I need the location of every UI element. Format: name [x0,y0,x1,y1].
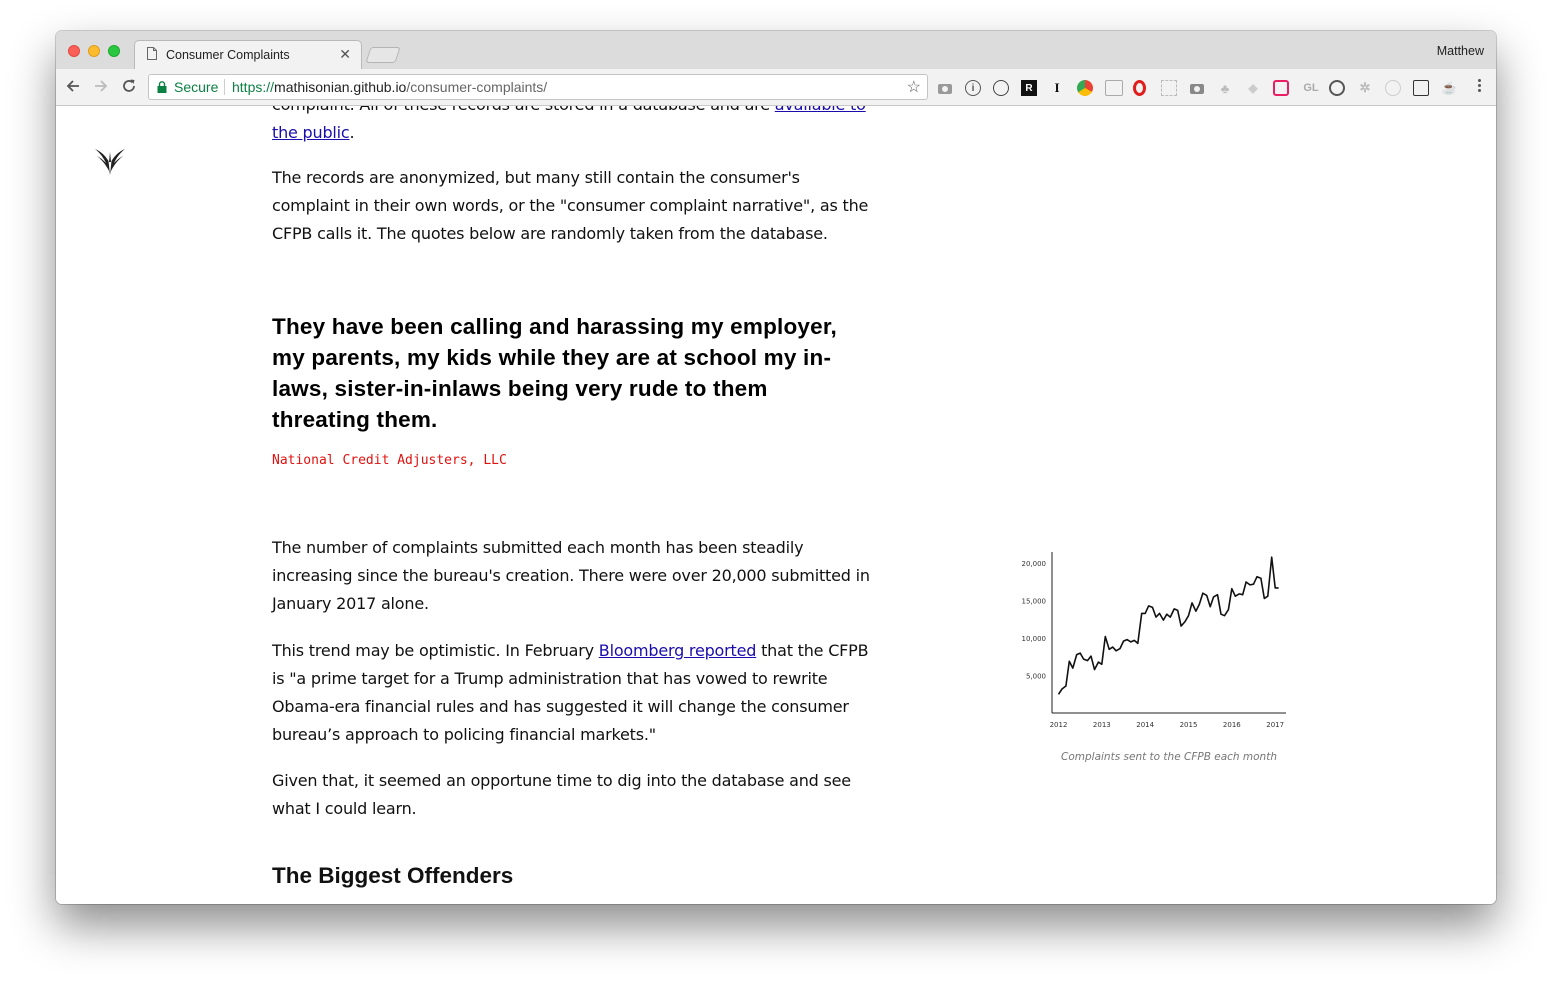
y-tick-label: 20,000 [1022,560,1047,568]
x-tick-label: 2013 [1093,721,1111,729]
close-window-button[interactable] [68,45,80,57]
news-extension-icon[interactable] [1413,80,1429,96]
pink-extension-icon[interactable] [1273,80,1289,96]
address-bar[interactable]: Secure https://mathisonian.github.io/con… [148,74,928,100]
pattern-extension-icon[interactable] [1161,80,1177,96]
reload-icon[interactable] [120,77,138,95]
bookmark-star-icon[interactable]: ☆ [907,77,921,97]
browser-window: Consumer Complaints ✕ Matthew Secure htt… [56,31,1496,904]
lock-icon [157,81,167,93]
x-tick-label: 2015 [1180,721,1198,729]
minimize-window-button[interactable] [88,45,100,57]
cup-extension-icon[interactable]: ☕ [1441,80,1457,96]
paragraph-bloomberg: This trend may be optimistic. In Februar… [272,637,882,749]
quote-company: National Credit Adjusters, LLC [272,453,507,468]
document-icon [147,47,157,60]
secure-label: Secure [174,79,219,95]
settings-extension-icon[interactable]: ✲ [1357,80,1373,96]
back-arrow-icon[interactable] [64,77,82,95]
gl-extension-icon[interactable]: GL [1301,80,1321,96]
forward-arrow-icon[interactable] [92,77,110,95]
paragraph-anonymized: The records are anonymized, but many sti… [272,168,869,243]
grid-extension-icon[interactable] [1105,80,1123,96]
browser-menu-icon[interactable] [1478,79,1482,94]
paragraph-public-records: complaint. All of these records are stor… [272,106,882,147]
profile-button[interactable]: Matthew [1437,44,1484,58]
paragraph-text: complaint. All of these records are stor… [272,106,775,114]
circle-extension-icon[interactable] [1385,80,1401,96]
r-extension-icon[interactable]: R [1021,80,1037,96]
paragraph-text: This trend may be optimistic. In Februar… [272,641,599,660]
tab-consumer-complaints[interactable]: Consumer Complaints ✕ [134,40,362,70]
x-tick-label: 2016 [1223,721,1241,729]
tab-strip: Consumer Complaints ✕ Matthew [56,31,1496,70]
bloomberg-reported-link[interactable]: Bloomberg reported [599,641,757,660]
x-tick-label: 2012 [1050,721,1068,729]
screenshot-extension-icon[interactable] [1189,80,1205,96]
new-tab-button[interactable] [365,47,401,63]
web-page: complaint. All of these records are stor… [56,106,1496,904]
chart-caption: Complaints sent to the CFPB each month [1061,751,1277,763]
complaints-line-chart: 5,000 10,000 15,000 20,000 2012 2013 2014 2015 2… [1022,552,1286,729]
maximize-window-button[interactable] [108,45,120,57]
paragraph-trend: The number of complaints submitted each … [272,538,870,613]
url-text: https://mathisonian.github.io/consumer-c… [232,79,547,95]
browser-toolbar: Secure https://mathisonian.github.io/con… [56,69,1496,106]
url-scheme: https:// [232,79,275,95]
url-path: /consumer-complaints/ [406,79,548,95]
x-tick-label: 2014 [1136,721,1154,729]
opera-icon[interactable] [1133,80,1146,96]
y-tick-label: 5,000 [1026,673,1046,681]
y-tick-label: 15,000 [1022,598,1047,606]
instapaper-icon[interactable]: I [1049,80,1065,96]
club-extension-icon[interactable]: ♣ [1217,80,1233,96]
block-extension-icon[interactable] [1329,80,1345,96]
camera-extension-icon[interactable] [937,80,953,96]
puzzle-extension-icon[interactable]: ◆ [1245,80,1261,96]
close-tab-icon[interactable]: ✕ [339,46,351,63]
complaint-quote: They have been calling and harassing my … [272,314,838,432]
url-host: mathisonian.github.io [274,79,407,95]
tab-title: Consumer Complaints [166,48,290,62]
paragraph-opportune: Given that, it seemed an opportune time … [272,771,851,818]
x-tick-label: 2017 [1266,721,1284,729]
section-heading: The Biggest Offenders [272,863,514,888]
y-tick-label: 10,000 [1022,635,1047,643]
paragraph-text: . [349,123,355,142]
sync-extension-icon[interactable] [993,80,1009,96]
series-line [1057,556,1279,695]
omnibox-divider [224,79,225,95]
site-logo-icon[interactable] [94,141,126,177]
chrome-color-icon[interactable] [1077,80,1093,96]
info-extension-icon[interactable]: i [965,80,981,96]
